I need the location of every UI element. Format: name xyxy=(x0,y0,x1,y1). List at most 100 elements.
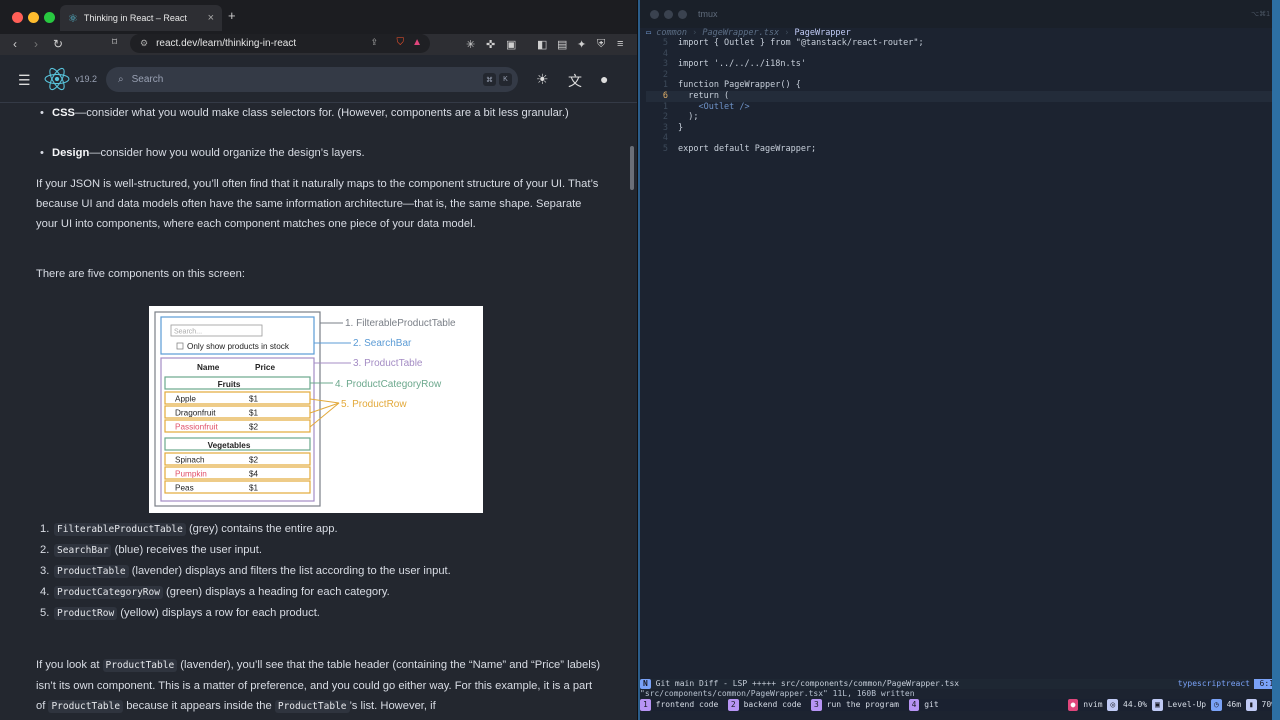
window-number: 1 xyxy=(640,699,651,711)
theme-toggle-icon[interactable]: ☀ xyxy=(536,71,549,88)
extension-icon[interactable]: ✳ xyxy=(466,38,475,51)
list-number: 4. xyxy=(40,586,50,598)
tmux-statusbar: 1 frontend code 2 backend code 3 run the… xyxy=(640,699,1280,711)
close-window-button[interactable] xyxy=(12,12,23,23)
wallet-icon[interactable]: ▣ xyxy=(506,38,516,51)
diagram-checkbox-label: Only show products in stock xyxy=(187,342,290,351)
list-item-text: (grey) contains the entire app. xyxy=(185,523,338,535)
tab-bar: ⚛ Thinking in React – React × + xyxy=(0,0,637,34)
scrollbar-thumb[interactable] xyxy=(630,146,634,190)
diagram-col-name: Name xyxy=(197,363,220,372)
zoom-window-button[interactable] xyxy=(678,10,687,19)
line-number: 2 xyxy=(662,69,668,80)
inline-code: ProductCategoryRow xyxy=(54,586,163,599)
diagram-cat2: Vegetables xyxy=(208,441,251,450)
text-run: ’s list. However, if xyxy=(349,700,436,712)
product-price: $1 xyxy=(249,484,259,493)
new-tab-button[interactable]: + xyxy=(228,8,236,23)
code-text: function PageWrapper() { xyxy=(678,80,801,91)
inline-code: ProductTable xyxy=(102,659,178,672)
list-item: Design—consider how you would organize t… xyxy=(40,143,592,163)
cpu-value: 44.0% xyxy=(1123,700,1148,709)
product-name: Pumpkin xyxy=(175,470,207,479)
translate-icon[interactable]: 文 xyxy=(568,71,582,91)
tab-title: Thinking in React – React xyxy=(83,13,187,23)
product-name: Dragonfruit xyxy=(175,409,216,418)
window-number: 3 xyxy=(811,699,822,711)
puzzle-icon[interactable]: ✜ xyxy=(486,38,495,51)
diagram-cat1: Fruits xyxy=(218,380,241,389)
code-text: import { Outlet } from "@tanstack/react-… xyxy=(678,38,924,48)
menu-icon[interactable]: ≡ xyxy=(617,38,623,50)
window-name: backend code xyxy=(743,700,802,709)
code-line: 4 xyxy=(646,133,678,144)
session-name: Level-Up xyxy=(1167,700,1207,709)
clock-icon: ◷ xyxy=(1210,699,1222,711)
react-favicon-icon: ⚛ xyxy=(68,12,78,25)
desktop-edge xyxy=(1272,0,1280,720)
window-number: 2 xyxy=(727,699,739,711)
line-number: 3 xyxy=(662,59,668,70)
leo-icon[interactable]: ✦ xyxy=(577,38,586,51)
brave-shields-icon[interactable]: ⛉ xyxy=(397,37,405,48)
code-text: } xyxy=(678,122,684,133)
search-input[interactable]: ⌕ Search ⌘ K xyxy=(106,67,518,92)
close-window-button[interactable] xyxy=(650,10,659,19)
mode-indicator: N xyxy=(640,679,651,689)
line-number: 1 xyxy=(662,101,668,112)
close-tab-icon[interactable]: × xyxy=(208,12,214,24)
reload-icon[interactable]: ↻ xyxy=(53,37,63,51)
window-number: 4 xyxy=(908,699,920,711)
list-item-text: —consider how you would organize the des… xyxy=(89,147,365,159)
brave-rewards-icon[interactable]: ▲ xyxy=(412,37,422,48)
bold-term: Design xyxy=(52,147,90,159)
bookmark-icon[interactable]: ⌑ xyxy=(112,37,117,48)
share-icon[interactable]: ⇪ xyxy=(370,37,378,48)
product-price: $2 xyxy=(249,456,259,465)
tmux-window-tab[interactable]: 4 git xyxy=(908,699,949,711)
address-bar[interactable]: ⚙ react.dev/learn/thinking-in-react ⇪ ⛉ … xyxy=(130,34,430,53)
minimize-window-button[interactable] xyxy=(28,12,39,23)
minimize-window-button[interactable] xyxy=(664,10,673,19)
product-price: $1 xyxy=(249,409,259,418)
battery-icon: ▮ xyxy=(1245,699,1257,711)
code-line: 3 import '../../../i18n.ts' xyxy=(646,59,806,70)
list-number: 1. xyxy=(40,523,50,535)
crumb-symbol[interactable]: PageWrapper xyxy=(794,28,850,38)
tmux-window-tab[interactable]: 2 backend code xyxy=(727,699,811,711)
line-number: 5 xyxy=(662,38,668,48)
uptime: 46m xyxy=(1226,700,1242,709)
paragraph: If you look at ProductTable (lavender), … xyxy=(36,655,602,717)
component-diagram: Search... Only show products in stock Na… xyxy=(149,306,483,513)
line-number: 1 xyxy=(662,80,668,91)
product-name: Peas xyxy=(175,484,194,493)
react-logo-icon[interactable] xyxy=(44,66,70,92)
zoom-window-button[interactable] xyxy=(44,12,55,23)
browser-tab[interactable]: ⚛ Thinking in React – React × xyxy=(60,5,222,31)
reader-icon[interactable]: ▤ xyxy=(557,38,567,51)
crumb-file[interactable]: PageWrapper.tsx xyxy=(702,28,779,38)
code-text: ); xyxy=(678,112,699,123)
vpn-icon[interactable]: ⛨ xyxy=(597,38,605,51)
product-name: Spinach xyxy=(175,456,205,465)
tmux-window-tab[interactable]: 3 run the program xyxy=(811,699,909,711)
line-number: 3 xyxy=(662,122,668,133)
tmux-window-tab[interactable]: 1 frontend code xyxy=(640,699,728,711)
back-icon[interactable]: ‹ xyxy=(13,37,17,51)
list-item: 1. FilterableProductTable (grey) contains… xyxy=(40,519,600,540)
code-line: 2 xyxy=(646,70,678,81)
search-icon: ⌕ xyxy=(118,74,124,85)
hamburger-menu-icon[interactable]: ☰ xyxy=(18,72,31,89)
inline-code: ProductTable xyxy=(274,700,350,713)
github-icon[interactable]: ● xyxy=(600,71,608,87)
cursor-line-highlight xyxy=(646,91,1274,102)
forward-icon[interactable]: › xyxy=(34,37,38,51)
text-run: If you look at xyxy=(36,659,103,671)
kbd-k: K xyxy=(499,73,512,86)
list-item: 3. ProductTable (lavender) displays and f… xyxy=(40,561,600,582)
diagram-label: 5. ProductRow xyxy=(341,399,407,410)
sidebar-icon[interactable]: ◧ xyxy=(537,38,547,51)
site-info-icon[interactable]: ⚙ xyxy=(140,38,148,49)
url-text: react.dev/learn/thinking-in-react xyxy=(156,38,297,49)
crumb-dir[interactable]: common xyxy=(656,28,687,38)
